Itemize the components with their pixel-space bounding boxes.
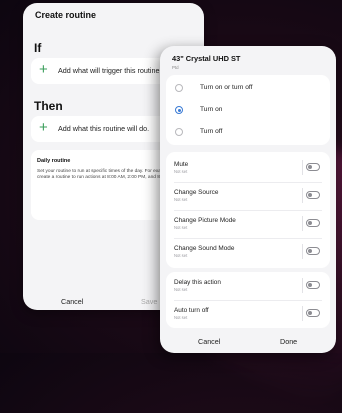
- setting-status: Not set: [174, 225, 188, 230]
- setting-status: Not set: [174, 287, 188, 292]
- device-cancel-button[interactable]: Cancel: [198, 337, 220, 346]
- setting-label: Delay this action: [174, 279, 221, 286]
- mute-toggle[interactable]: [306, 163, 320, 171]
- routine-cancel-button[interactable]: Cancel: [61, 297, 83, 306]
- change-picture-mode-toggle[interactable]: [306, 219, 320, 227]
- daily-routine-title: Daily routine: [37, 158, 71, 164]
- divider: [302, 278, 303, 293]
- power-option-label: Turn off: [200, 128, 223, 135]
- routine-title: Create routine: [35, 10, 97, 20]
- extras-group: Delay this action Not set Auto turn off …: [166, 272, 330, 328]
- change-sound-mode-row[interactable]: Change Sound Mode Not set: [166, 238, 330, 266]
- setting-label: Change Source: [174, 189, 219, 196]
- plus-icon: +: [39, 119, 48, 136]
- radio-unchecked-icon: [175, 128, 183, 136]
- divider: [302, 306, 303, 321]
- device-subtitle: Ptd: [172, 65, 179, 70]
- setting-status: Not set: [174, 315, 188, 320]
- setting-label: Auto turn off: [174, 307, 209, 314]
- divider: [302, 160, 303, 175]
- setting-label: Mute: [174, 161, 189, 168]
- power-option-label: Turn on: [200, 106, 223, 113]
- power-options-group: Turn on or turn off Turn on Turn off: [166, 75, 330, 145]
- power-option-label: Turn on or turn off: [200, 84, 253, 91]
- routine-save-button[interactable]: Save: [141, 297, 157, 306]
- change-source-toggle[interactable]: [306, 191, 320, 199]
- divider: [302, 216, 303, 231]
- setting-label: Change Picture Mode: [174, 217, 236, 224]
- delay-action-toggle[interactable]: [306, 281, 320, 289]
- setting-status: Not set: [174, 197, 188, 202]
- delay-action-row[interactable]: Delay this action Not set: [166, 272, 330, 300]
- auto-turn-off-toggle[interactable]: [306, 309, 320, 317]
- radio-unchecked-icon: [175, 84, 183, 92]
- power-option-on[interactable]: Turn on: [166, 100, 330, 122]
- device-done-button[interactable]: Done: [280, 337, 297, 346]
- add-trigger-label: Add what will trigger this routine: [58, 66, 160, 75]
- setting-label: Change Sound Mode: [174, 245, 235, 252]
- device-action-dialog: 43" Crystal UHD ST Ptd Turn on or turn o…: [160, 46, 336, 353]
- auto-turn-off-row[interactable]: Auto turn off Not set: [166, 300, 330, 328]
- if-heading: If: [34, 41, 42, 55]
- radio-checked-icon: [175, 106, 183, 114]
- add-action-label: Add what this routine will do.: [58, 124, 150, 133]
- settings-group: Mute Not set Change Source Not set Chang…: [166, 152, 330, 268]
- divider: [302, 188, 303, 203]
- plus-icon: +: [39, 61, 48, 78]
- change-sound-mode-toggle[interactable]: [306, 247, 320, 255]
- device-title: 43" Crystal UHD ST: [172, 54, 241, 63]
- divider: [302, 244, 303, 259]
- change-source-row[interactable]: Change Source Not set: [166, 182, 330, 210]
- power-option-toggle[interactable]: Turn on or turn off: [166, 78, 330, 100]
- then-heading: Then: [34, 99, 63, 113]
- setting-status: Not set: [174, 253, 188, 258]
- power-option-off[interactable]: Turn off: [166, 122, 330, 144]
- setting-status: Not set: [174, 169, 188, 174]
- mute-row[interactable]: Mute Not set: [166, 154, 330, 182]
- change-picture-mode-row[interactable]: Change Picture Mode Not set: [166, 210, 330, 238]
